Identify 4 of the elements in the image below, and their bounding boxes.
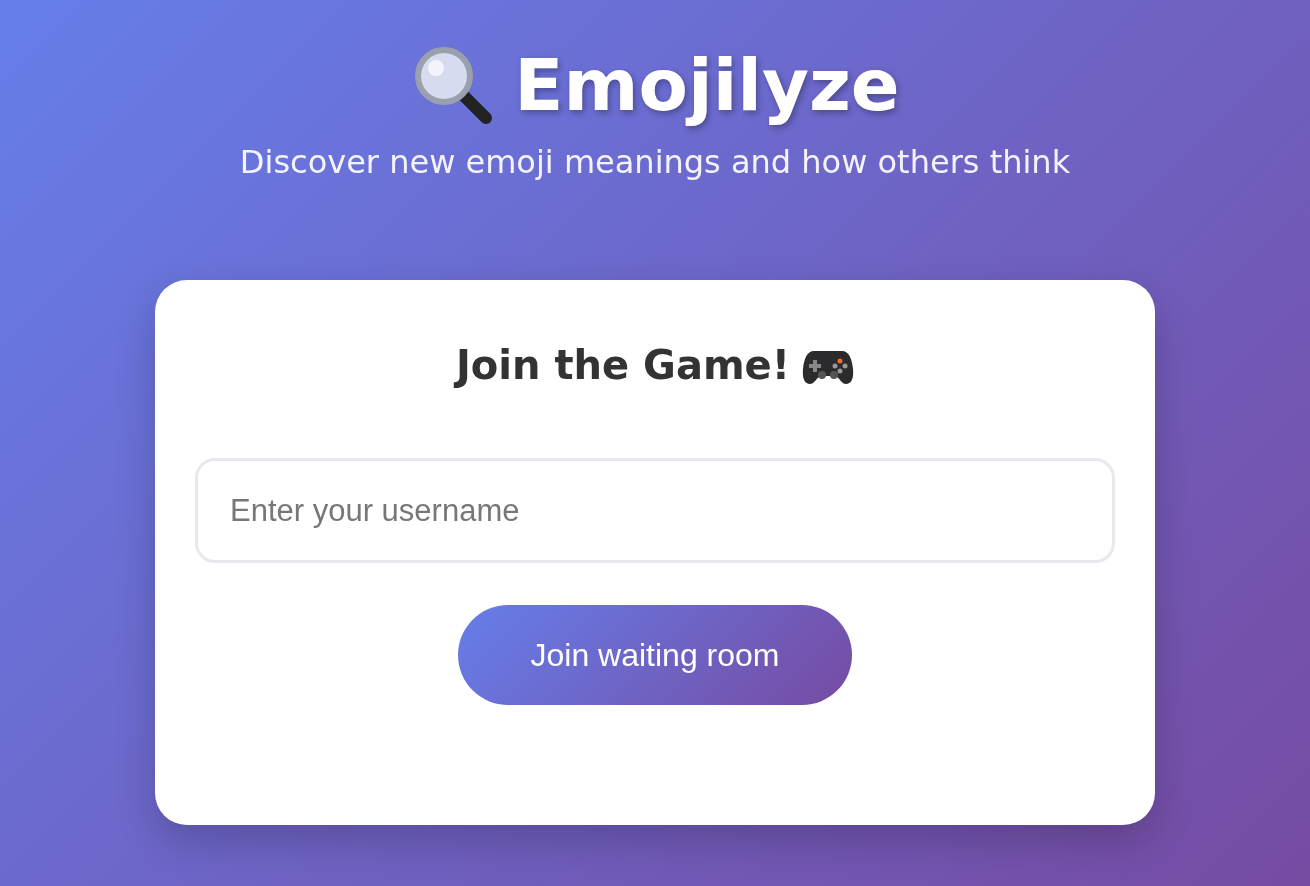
join-button[interactable]: Join waiting room [458, 605, 852, 705]
username-field[interactable]: Enter your username [195, 458, 1115, 563]
app-title: Emojilyze [514, 42, 900, 129]
app-subtitle: Discover new emoji meanings and how others think [239, 142, 1071, 183]
